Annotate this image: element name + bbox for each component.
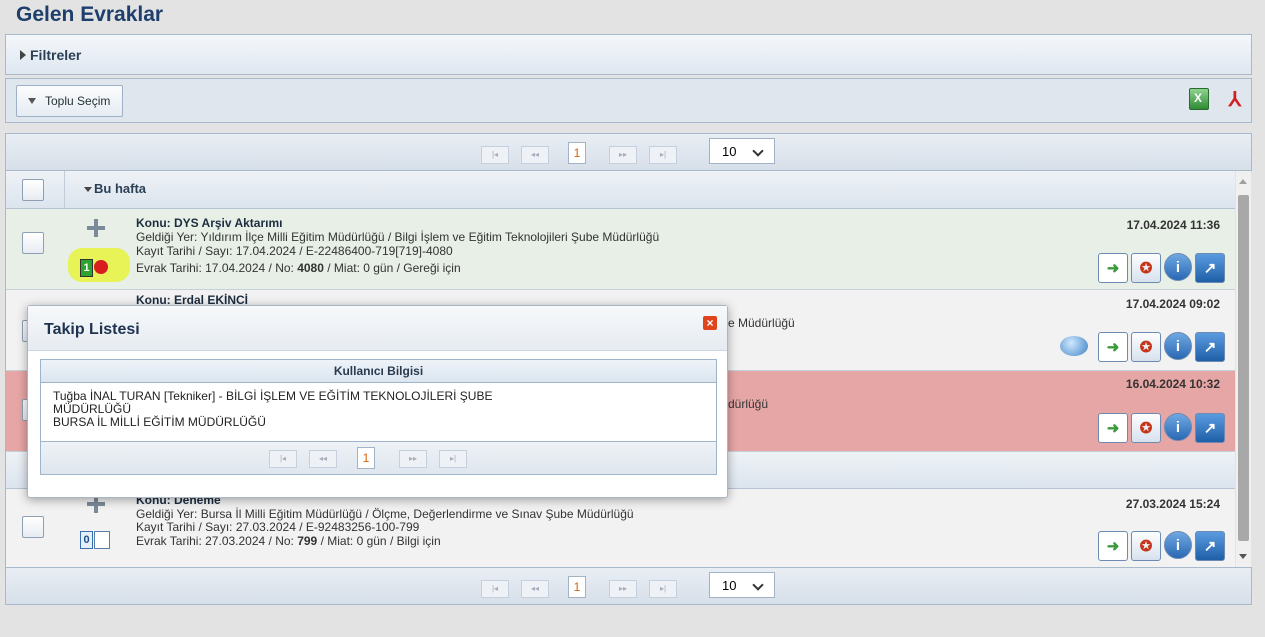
toplu-secim-button[interactable]: Toplu Seçim (16, 85, 124, 117)
award-icon[interactable]: ✪ (1131, 413, 1161, 443)
evrak-prefix: Evrak Tarihi: 17.04.2024 / No: (136, 261, 298, 275)
prev-page-button[interactable]: ◂◂ (309, 450, 337, 468)
first-page-button[interactable]: |◂ (269, 450, 297, 468)
forward-icon[interactable]: ➜ (1098, 253, 1128, 283)
row-checkbox[interactable] (22, 516, 44, 538)
evrak-no: 4080 (297, 261, 324, 275)
current-page[interactable]: 1 (568, 576, 586, 598)
filters-label[interactable]: Filtreler (30, 47, 81, 63)
divider (64, 171, 65, 208)
table-row[interactable]: 0 Konu: Deneme Geldiği Yer: Bursa İl Mil… (6, 489, 1235, 567)
next-page-button[interactable]: ▸▸ (609, 580, 637, 598)
page-title: Gelen Evraklar (16, 3, 164, 26)
next-page-button[interactable]: ▸▸ (399, 450, 427, 468)
info-icon[interactable]: i (1164, 253, 1192, 281)
row-checkbox[interactable] (22, 232, 44, 254)
user-line-1: Tuğba İNAL TURAN [Tekniker] - BİLGİ İŞLE… (53, 389, 493, 403)
forward-icon[interactable]: ➜ (1098, 332, 1128, 362)
scroll-up-icon[interactable] (1239, 179, 1247, 184)
current-page[interactable]: 1 (357, 447, 375, 469)
pager-bottom: |◂ ◂◂ 1 ▸▸ ▸| 10 (5, 567, 1252, 605)
vertical-scrollbar[interactable] (1236, 171, 1251, 567)
evrak-suffix: / Miat: 0 gün / Gereği için (323, 261, 461, 275)
evrak-prefix: Evrak Tarihi: 27.03.2024 / No: (136, 534, 298, 548)
row-datetime: 17.04.2024 11:36 (1126, 218, 1220, 232)
column-header: Kullanıcı Bilgisi (41, 360, 716, 383)
row-document-info: Evrak Tarihi: 17.04.2024 / No: 4080 / Mi… (136, 261, 461, 275)
takip-listesi-dialog: Takip Listesi × Kullanıcı Bilgisi Tuğba … (27, 305, 728, 498)
first-page-button[interactable]: |◂ (481, 580, 509, 598)
open-external-icon[interactable]: ↗ (1195, 253, 1225, 283)
user-info-cell: Tuğba İNAL TURAN [Tekniker] - BİLGİ İŞLE… (41, 383, 716, 442)
first-page-button[interactable]: |◂ (481, 146, 509, 164)
forward-icon[interactable]: ➜ (1098, 531, 1128, 561)
row-actions: ➜ ✪ i ↗ (1098, 332, 1225, 362)
pager-top: |◂ ◂◂ 1 ▸▸ ▸| 10 (5, 133, 1252, 171)
prev-page-button[interactable]: ◂◂ (521, 146, 549, 164)
table-row[interactable]: 1 Konu: DYS Arşiv Aktarımı Geldiği Yer: … (6, 209, 1235, 290)
row-origin: Geldiği Yer: Bursa İl Milli Eğitim Müdür… (136, 507, 634, 521)
group-label: Bu hafta (94, 181, 146, 196)
row-datetime: 16.04.2024 10:32 (1125, 377, 1220, 391)
open-external-icon[interactable]: ↗ (1195, 332, 1225, 362)
close-icon[interactable]: × (703, 316, 717, 330)
last-page-button[interactable]: ▸| (649, 580, 677, 598)
award-icon[interactable]: ✪ (1131, 531, 1161, 561)
row-registration: Kayıt Tarihi / Sayı: 17.04.2024 / E-2248… (136, 244, 453, 258)
pdf-icon[interactable]: ⅄ (1229, 87, 1241, 112)
minus-icon[interactable] (94, 260, 108, 274)
row-origin: Geldiği Yer: Yıldırım İlçe Milli Eğitim … (136, 230, 660, 244)
prev-page-button[interactable]: ◂◂ (521, 580, 549, 598)
row-origin-tail: dürlüğü (728, 397, 769, 411)
next-page-button[interactable]: ▸▸ (609, 146, 637, 164)
user-line-3: BURSA İL MİLLİ EĞİTİM MÜDÜRLÜĞÜ (53, 415, 266, 429)
document-add-icon[interactable] (94, 531, 110, 549)
dialog-title: Takip Listesi (44, 321, 140, 338)
row-actions: ➜ ✪ i ↗ (1098, 531, 1225, 561)
award-icon[interactable]: ✪ (1131, 253, 1161, 283)
current-page[interactable]: 1 (568, 142, 586, 164)
caret-down-icon (84, 187, 92, 192)
excel-icon[interactable] (1189, 88, 1209, 110)
info-icon[interactable]: i (1164, 413, 1192, 441)
count-badge: 1 (80, 259, 93, 277)
select-all-checkbox[interactable] (22, 179, 44, 201)
evrak-suffix: / Miat: 0 gün / Bilgi için (317, 534, 441, 548)
last-page-button[interactable]: ▸| (439, 450, 467, 468)
scroll-down-icon[interactable] (1239, 554, 1247, 559)
open-external-icon[interactable]: ↗ (1195, 413, 1225, 443)
row-document-info: Evrak Tarihi: 27.03.2024 / No: 799 / Mia… (136, 534, 441, 548)
award-icon[interactable]: ✪ (1131, 332, 1161, 362)
row-actions: ➜ ✪ i ↗ (1098, 253, 1225, 283)
filters-panel[interactable]: Filtreler (5, 34, 1252, 75)
evrak-no: 799 (297, 534, 318, 548)
page-size-select[interactable]: 10 (709, 572, 775, 598)
caret-right-icon (20, 50, 26, 60)
open-external-icon[interactable]: ↗ (1195, 531, 1225, 561)
move-icon (87, 219, 105, 237)
info-icon[interactable]: i (1164, 332, 1192, 360)
row-actions: ➜ ✪ i ↗ (1098, 413, 1225, 443)
dialog-table: Kullanıcı Bilgisi Tuğba İNAL TURAN [Tekn… (40, 359, 717, 475)
scroll-thumb[interactable] (1238, 195, 1249, 541)
row-datetime: 27.03.2024 15:24 (1125, 497, 1220, 511)
forward-icon[interactable]: ➜ (1098, 413, 1128, 443)
comment-icon[interactable] (1060, 336, 1088, 356)
last-page-button[interactable]: ▸| (649, 146, 677, 164)
count-badge: 0 (80, 531, 93, 549)
row-subject: Konu: DYS Arşiv Aktarımı (136, 216, 283, 230)
toolbar: Toplu Seçim ⅄ (5, 78, 1252, 123)
page-size-select[interactable]: 10 (709, 138, 775, 164)
group-header[interactable]: Bu hafta (6, 171, 1235, 209)
row-datetime: 17.04.2024 09:02 (1125, 297, 1220, 311)
row-registration: Kayıt Tarihi / Sayı: 27.03.2024 / E-9248… (136, 520, 420, 534)
dialog-pager: |◂ ◂◂ 1 ▸▸ ▸| (41, 442, 716, 474)
row-origin-tail: e Müdürlüğü (728, 316, 795, 330)
info-icon[interactable]: i (1164, 531, 1192, 559)
